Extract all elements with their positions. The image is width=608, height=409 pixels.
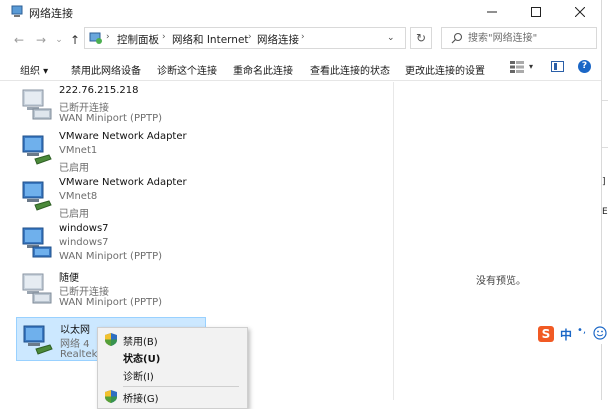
connection-name: 222.76.215.218 (59, 85, 139, 96)
breadcrumb-control-panel[interactable]: 控制面板 (117, 32, 159, 47)
recent-locations-button[interactable]: ⌄ (51, 32, 67, 48)
menu-item-disable[interactable]: 禁用(B) (98, 331, 247, 348)
ethernet-adapter-icon (22, 135, 52, 165)
connection-name: windows7 (59, 223, 109, 234)
connection-device: Realtek (60, 349, 98, 360)
connection-device: 已启用 (59, 163, 89, 174)
control-panel-icon (89, 32, 102, 44)
breadcrumb-separator: › (301, 32, 305, 42)
connection-name: 以太网 (60, 325, 90, 336)
menu-item-label: 禁用(B) (123, 337, 158, 348)
command-bar: 组织 ▾ 禁用此网络设备 诊断这个连接 重命名此连接 查看此连接的状态 更改此连… (0, 56, 601, 81)
ethernet-adapter-icon (23, 325, 53, 355)
organize-menu[interactable]: 组织 ▾ (20, 62, 48, 77)
sogou-logo-icon[interactable]: S (538, 326, 554, 342)
view-options-chevron-icon[interactable]: ▾ (529, 62, 533, 71)
menu-item-diagnose[interactable]: 诊断(I) (98, 366, 247, 383)
diagnose-button[interactable]: 诊断这个连接 (157, 62, 217, 77)
list-item[interactable]: 随便 已断开连接 WAN Miniport (PPTP) (16, 266, 206, 310)
breadcrumb-separator: › (248, 32, 252, 42)
menu-item-status[interactable]: 状态(U) (98, 348, 247, 365)
connection-name: VMware Network Adapter (59, 177, 187, 188)
connection-device: WAN Miniport (PPTP) (59, 297, 163, 308)
background-window-edge (602, 147, 608, 148)
ethernet-adapter-icon (22, 181, 52, 211)
connection-status: 已断开连接 (59, 103, 109, 114)
search-icon (451, 32, 463, 44)
menu-item-label: 诊断(I) (123, 372, 154, 383)
breadcrumb-network-connections[interactable]: 网络连接 (257, 32, 299, 47)
preview-pane-message: 没有预览。 (476, 276, 526, 287)
connection-status: 网络 4 (60, 339, 90, 350)
chevron-down-icon: ⌄ (55, 35, 63, 45)
back-button[interactable]: ← (11, 32, 27, 48)
help-icon[interactable]: ? (578, 60, 591, 73)
connection-status: VMnet1 (59, 145, 98, 156)
uac-shield-icon (105, 333, 117, 346)
disable-device-button[interactable]: 禁用此网络设备 (71, 62, 141, 77)
network-connections-window: 网络连接 ← → ⌄ ↑ › 控制面板 › 网络和 Internet › 网络连… (0, 0, 602, 400)
list-item[interactable]: VMware Network Adapter VMnet8 已启用 (16, 174, 206, 220)
minimize-icon (487, 11, 497, 13)
up-arrow-icon: ↑ (69, 33, 81, 47)
maximize-button[interactable] (514, 0, 558, 24)
background-window-text: E (602, 207, 608, 217)
list-item[interactable]: 222.76.215.218 已断开连接 WAN Miniport (PPTP) (16, 82, 206, 126)
ime-punctuation-indicator[interactable]: •, (577, 325, 586, 336)
title-bar: 网络连接 (0, 0, 601, 24)
up-button[interactable]: ↑ (67, 32, 83, 48)
address-bar[interactable]: › 控制面板 › 网络和 Internet › 网络连接 › ⌄ (84, 27, 406, 49)
vpn-connection-icon (22, 273, 52, 304)
window-title: 网络连接 (29, 7, 73, 20)
network-connections-icon (11, 5, 23, 17)
refresh-button[interactable]: ↻ (410, 27, 432, 49)
address-dropdown-icon[interactable]: ⌄ (387, 33, 395, 43)
connection-status: windows7 (59, 237, 109, 248)
breadcrumb-separator: › (162, 32, 166, 42)
close-button[interactable] (558, 0, 602, 24)
preview-pane-icon[interactable] (551, 61, 564, 72)
search-box[interactable] (441, 27, 597, 49)
forward-button[interactable]: → (33, 32, 49, 48)
minimize-button[interactable] (470, 0, 514, 24)
connection-status: 已断开连接 (59, 287, 109, 298)
breadcrumb-separator: › (106, 32, 110, 42)
view-status-button[interactable]: 查看此连接的状态 (310, 62, 390, 77)
menu-separator (123, 386, 239, 387)
background-window-text: ] (602, 177, 606, 187)
pane-divider[interactable] (393, 82, 394, 400)
refresh-icon: ↻ (415, 31, 427, 45)
close-icon (575, 7, 585, 17)
ime-toolbar[interactable]: S 中 •, (536, 324, 608, 344)
list-item[interactable]: windows7 windows7 WAN Miniport (PPTP) (16, 220, 206, 264)
menu-item-label: 状态(U) (123, 354, 161, 365)
view-options-icon[interactable] (510, 61, 524, 73)
emoji-icon[interactable] (593, 326, 607, 340)
connection-status: VMnet8 (59, 191, 98, 202)
background-window-edge (602, 100, 608, 101)
menu-item-label: 桥接(G) (123, 394, 159, 405)
change-settings-button[interactable]: 更改此连接的设置 (405, 62, 485, 77)
search-input[interactable] (468, 30, 592, 46)
connection-device: 已启用 (59, 209, 89, 220)
connection-device: WAN Miniport (PPTP) (59, 113, 163, 124)
back-arrow-icon: ← (13, 33, 25, 47)
connection-name: VMware Network Adapter (59, 131, 187, 142)
breadcrumb-network-internet[interactable]: 网络和 Internet (172, 32, 249, 47)
ime-mode-indicator[interactable]: 中 (560, 326, 572, 343)
rename-button[interactable]: 重命名此连接 (233, 62, 293, 77)
vpn-connection-icon (22, 227, 52, 258)
forward-arrow-icon: → (35, 33, 47, 47)
connection-device: WAN Miniport (PPTP) (59, 251, 163, 262)
uac-shield-icon (105, 390, 117, 403)
connection-name: 随便 (59, 273, 79, 284)
context-menu: 禁用(B) 状态(U) 诊断(I) 桥接(G) (97, 327, 248, 409)
vpn-connection-icon (22, 89, 52, 120)
maximize-icon (531, 7, 541, 17)
list-item[interactable]: VMware Network Adapter VMnet1 已启用 (16, 128, 206, 174)
menu-item-bridge[interactable]: 桥接(G) (98, 388, 247, 405)
